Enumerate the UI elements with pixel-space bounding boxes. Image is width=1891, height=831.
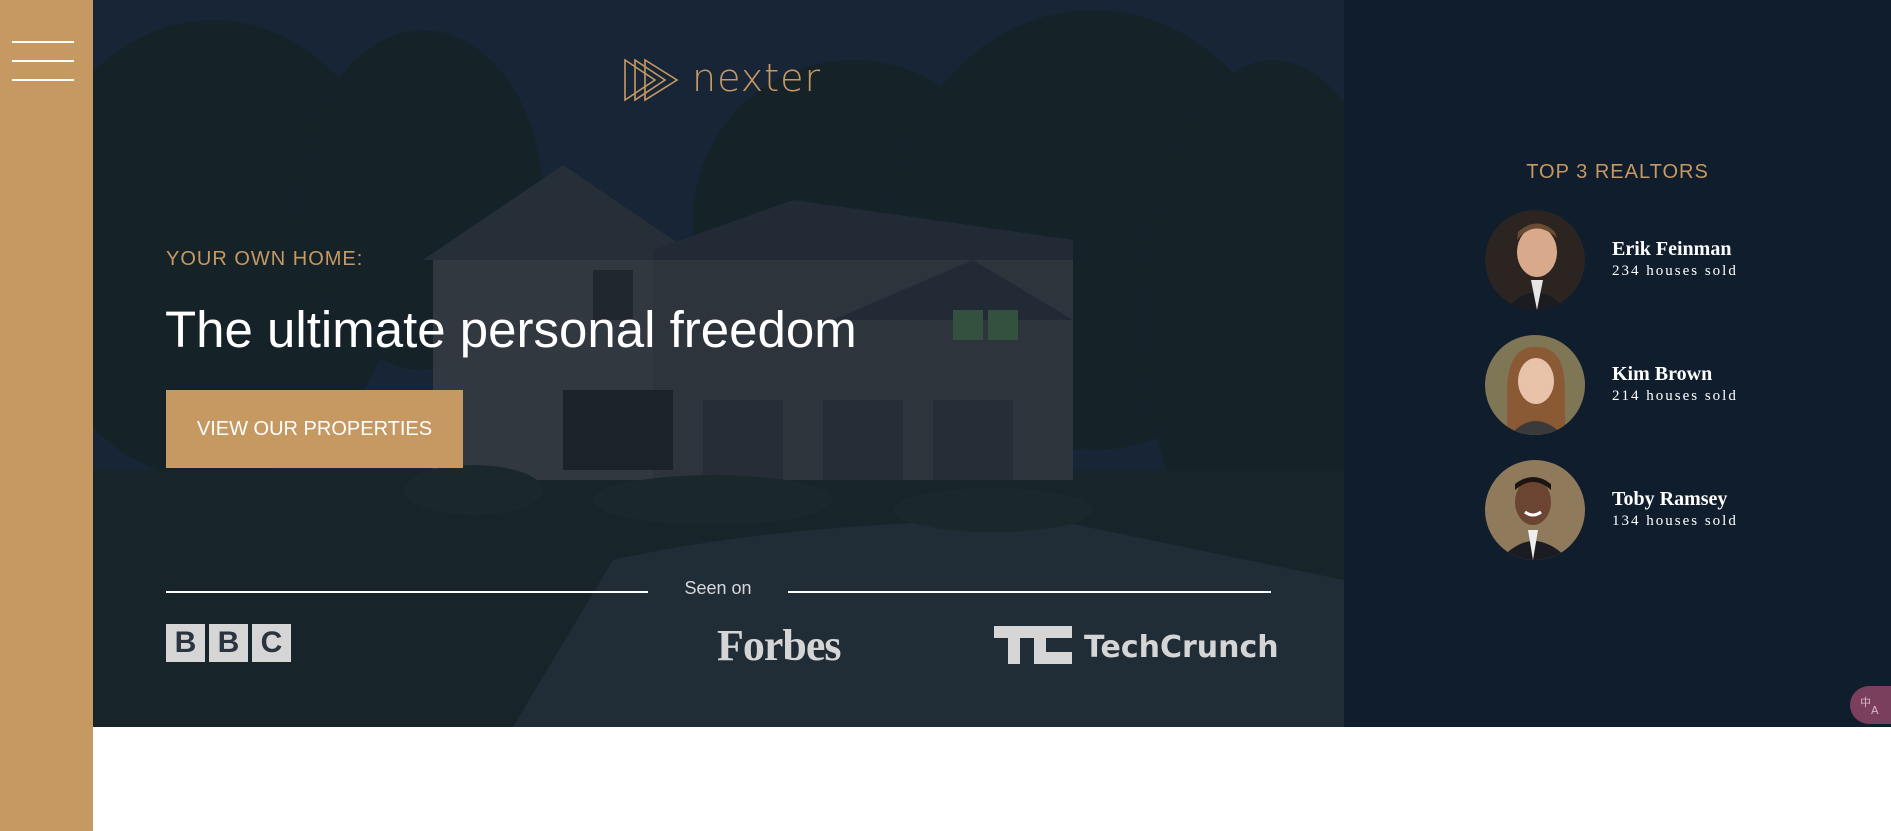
- logo-text: nexter: [692, 56, 822, 100]
- view-properties-button[interactable]: VIEW OUR PROPERTIES: [166, 390, 463, 468]
- svg-text:A: A: [1871, 704, 1879, 716]
- realtor-sold-count: 214 houses sold: [1612, 388, 1738, 404]
- hero-sub-heading: YOUR OWN HOME:: [166, 248, 364, 270]
- bbc-letter: B: [209, 624, 248, 662]
- nexter-logo[interactable]: nexter: [623, 56, 823, 102]
- hero-overlay: [93, 0, 1344, 727]
- realtors-panel: TOP 3 REALTORS Erik Feinman 234 houses s…: [1344, 0, 1891, 727]
- techcrunch-wordmark: TechCrunch: [1084, 630, 1279, 665]
- hamburger-menu-icon[interactable]: [12, 40, 74, 82]
- bbc-logo: B B C: [166, 624, 291, 662]
- forbes-logo: Forbes: [717, 621, 842, 670]
- bbc-letter: C: [252, 624, 291, 662]
- seen-on-divider: Seen on: [166, 578, 1271, 608]
- realtor-avatar: [1485, 335, 1585, 435]
- realtor-avatar: [1485, 460, 1585, 560]
- bbc-letter: B: [166, 624, 205, 662]
- menu-line: [12, 60, 74, 62]
- realtor-avatar: [1485, 210, 1585, 310]
- divider-line: [166, 591, 648, 593]
- realtor-item[interactable]: Erik Feinman 234 houses sold: [1485, 210, 1825, 310]
- realtor-name: Kim Brown: [1612, 363, 1713, 385]
- svg-text:中: 中: [1860, 696, 1871, 709]
- realtor-name: Erik Feinman: [1612, 238, 1732, 260]
- realtor-item[interactable]: Toby Ramsey 134 houses sold: [1485, 460, 1825, 560]
- triple-play-arrows-icon: [624, 58, 679, 102]
- sidebar: [0, 0, 93, 831]
- realtors-title: TOP 3 REALTORS: [1526, 161, 1709, 183]
- seen-on-label: Seen on: [684, 578, 752, 598]
- hero-heading: The ultimate personal freedom: [165, 301, 857, 358]
- divider-line: [788, 591, 1271, 593]
- translate-icon: 中 A: [1860, 696, 1879, 716]
- menu-line: [12, 41, 74, 43]
- tc-mark-icon: [994, 626, 1072, 664]
- translate-widget[interactable]: 中 A: [1850, 686, 1891, 724]
- techcrunch-logo: TechCrunch: [994, 626, 1279, 665]
- realtor-sold-count: 134 houses sold: [1612, 513, 1738, 529]
- menu-line: [12, 79, 74, 81]
- realtor-name: Toby Ramsey: [1612, 488, 1728, 510]
- realtor-sold-count: 234 houses sold: [1612, 263, 1738, 279]
- hero-header: nexter YOUR OWN HOME: The ultimate perso…: [93, 0, 1344, 727]
- realtor-item[interactable]: Kim Brown 214 houses sold: [1485, 335, 1825, 435]
